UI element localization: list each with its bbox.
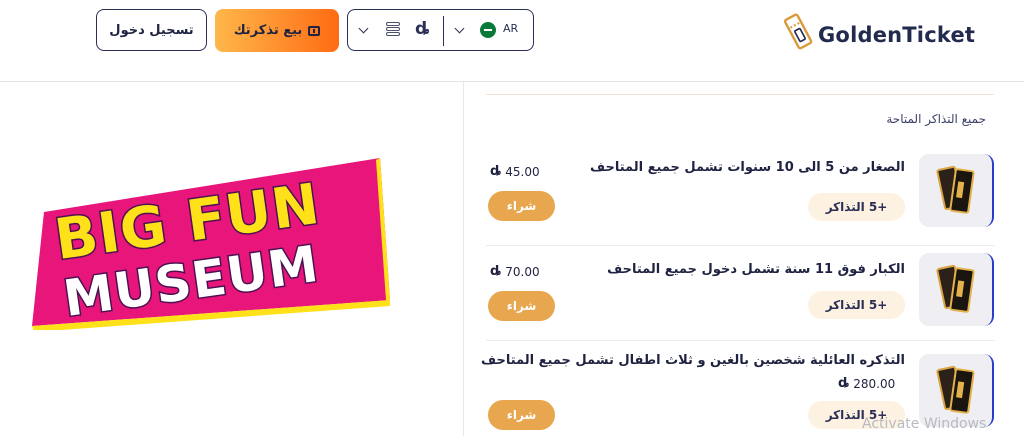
ticket-thumbnail[interactable]	[919, 154, 994, 227]
top-header: تسجيل دخول بيع تذكرتك ȡ AR GoldenTicket	[0, 0, 1024, 82]
sell-ticket-label: بيع تذكرتك	[233, 23, 303, 38]
sell-ticket-button[interactable]: بيع تذكرتك	[215, 9, 339, 52]
ticket-count-badge: +5 التذاكر	[808, 291, 905, 319]
login-button-label: تسجيل دخول	[109, 22, 194, 38]
price-value: 70.00	[505, 264, 540, 279]
panel-top-divider	[486, 94, 994, 95]
ticket-price: ȡ 70.00	[490, 264, 540, 279]
language-code: AR	[503, 22, 519, 35]
big-fun-museum-banner: BIG FUN MUSEUM	[32, 158, 390, 330]
buy-button[interactable]: شراء	[488, 400, 555, 430]
ticket-name: الصغار من 5 الى 10 سنوات تشمل جميع المتا…	[590, 160, 905, 175]
ticket-count-badge: +5 التذاكر	[808, 193, 905, 221]
buy-button[interactable]: شراء	[488, 191, 555, 221]
ticket-price: ȡ 280.00	[838, 376, 895, 391]
currency-language-selector[interactable]: ȡ AR	[347, 9, 534, 51]
ticket-icon	[308, 25, 321, 36]
currency-symbol: ȡ	[415, 19, 430, 39]
currency-symbol: ȡ	[490, 164, 502, 179]
coins-icon	[386, 22, 402, 38]
section-title: جميع التذاكر المتاحة	[886, 112, 986, 126]
language-chevron-down-icon[interactable]	[454, 23, 465, 34]
activate-windows-watermark: Activate Windows	[862, 416, 987, 432]
price-value: 280.00	[853, 376, 896, 391]
ticket-image-icon	[936, 165, 975, 214]
ticket-name: الكبار فوق 11 سنة تشمل دخول جميع المتاحف	[607, 262, 905, 277]
ticket-image-icon	[936, 264, 975, 313]
currency-symbol: ȡ	[838, 376, 850, 391]
ticket-card: الكبار فوق 11 سنة تشمل دخول جميع المتاحف…	[486, 245, 995, 345]
golden-ticket-logo-icon	[784, 13, 813, 50]
brand-logo[interactable]: GoldenTicket	[778, 10, 978, 54]
currency-symbol: ȡ	[490, 264, 502, 279]
saudi-flag-icon	[480, 22, 496, 38]
ticket-price: ȡ 45.00	[490, 164, 540, 179]
ticket-name: التذكره العائلية شخصين بالغين و ثلاث اطف…	[480, 353, 905, 368]
ticket-card: الصغار من 5 الى 10 سنوات تشمل جميع المتا…	[486, 150, 995, 250]
brand-name: GoldenTicket	[818, 23, 976, 47]
selector-divider	[443, 16, 444, 46]
login-button[interactable]: تسجيل دخول	[96, 9, 207, 51]
buy-button[interactable]: شراء	[488, 291, 555, 321]
price-value: 45.00	[505, 164, 540, 179]
ticket-thumbnail[interactable]	[919, 253, 994, 326]
currency-chevron-down-icon[interactable]	[358, 23, 369, 34]
